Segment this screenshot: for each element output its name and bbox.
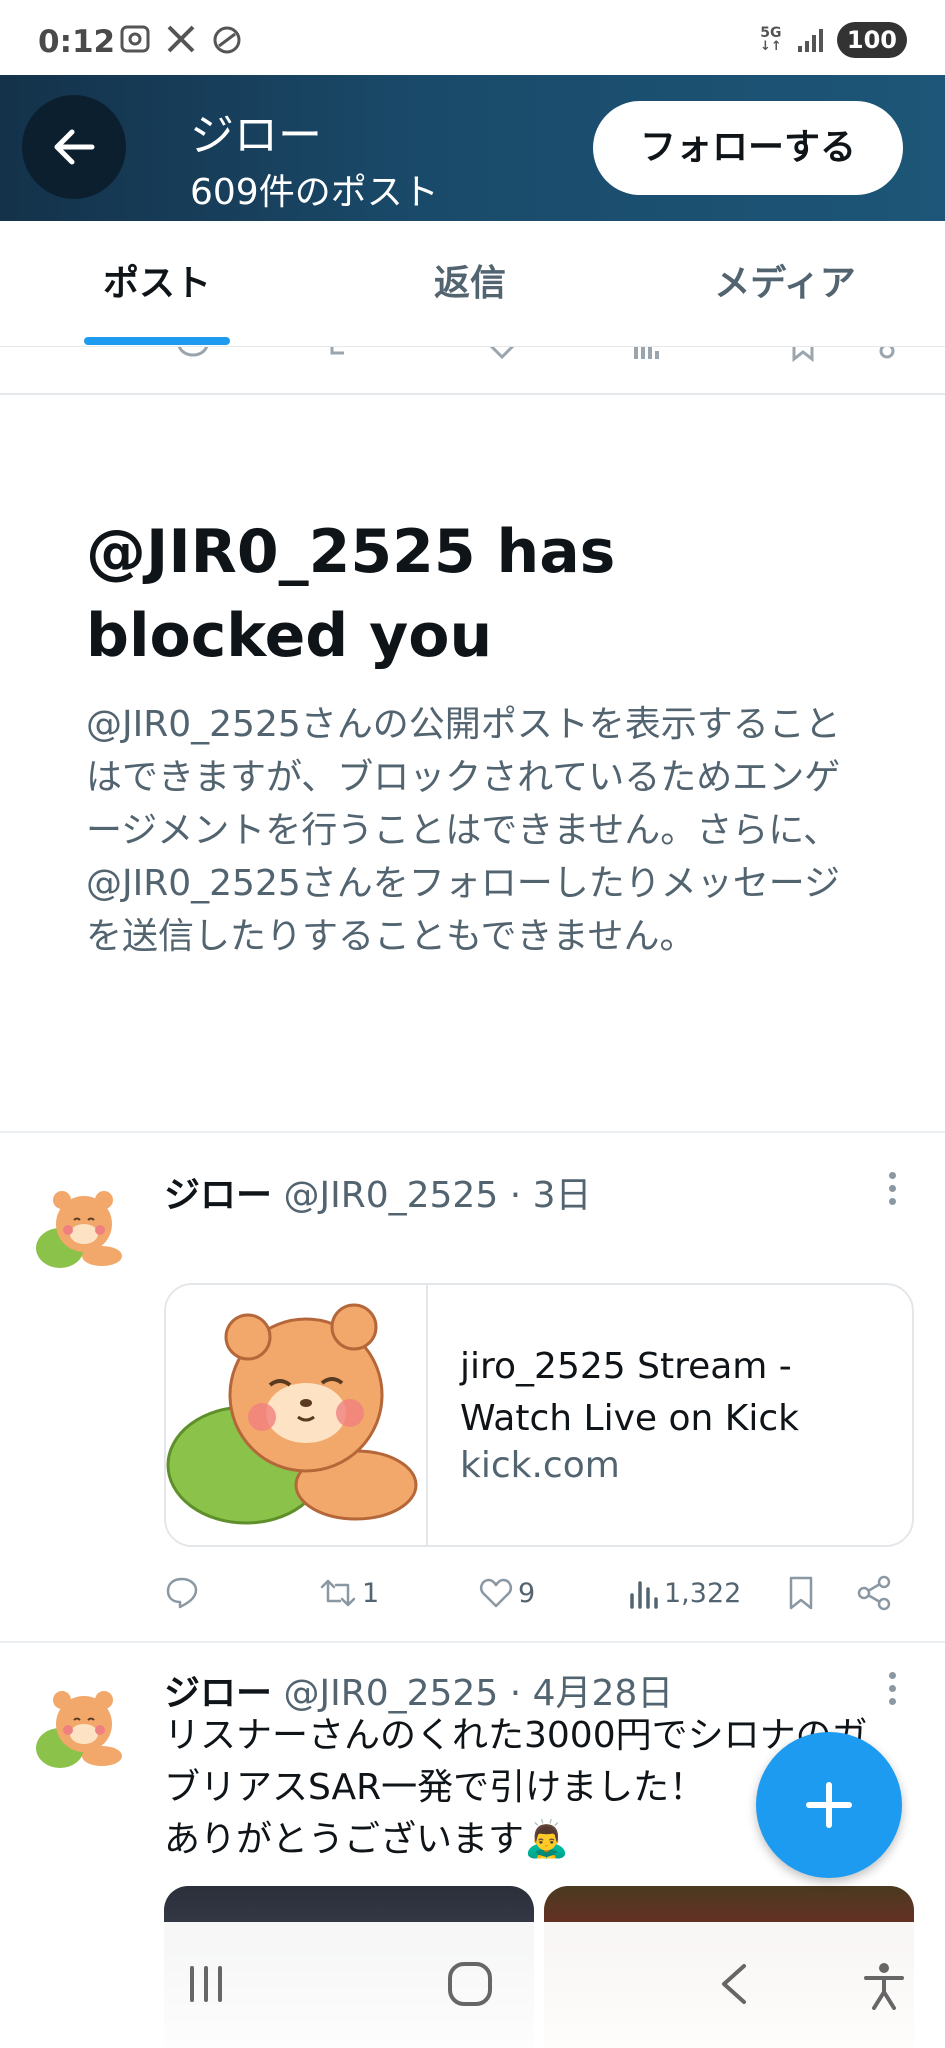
follow-button[interactable]: フォローする bbox=[593, 101, 903, 195]
retweet-count: 1 bbox=[362, 1577, 380, 1609]
share-button[interactable] bbox=[856, 1568, 892, 1618]
compose-post-button[interactable] bbox=[756, 1732, 902, 1878]
profile-name: ジロー bbox=[190, 110, 322, 161]
blocked-title: @JIR0_2525 has blocked you bbox=[86, 517, 616, 671]
network-indicator: 5G ↓↑ bbox=[758, 26, 784, 54]
reply-button[interactable] bbox=[164, 1568, 204, 1618]
system-navigation-bar bbox=[0, 1922, 945, 2048]
x-logo-icon bbox=[164, 24, 198, 56]
home-icon[interactable] bbox=[446, 1962, 494, 2006]
blocked-description: @JIR0_2525さんの公開ポストを表示することはできますが、ブロックされてい… bbox=[86, 704, 841, 957]
previous-post-actions bbox=[0, 347, 945, 395]
tab-posts[interactable]: ポスト bbox=[64, 221, 250, 347]
card-thumbnail bbox=[166, 1285, 428, 1545]
back-arrow-icon bbox=[54, 129, 95, 165]
views-icon[interactable] bbox=[630, 347, 664, 363]
views-count: 1,322 bbox=[664, 1577, 742, 1609]
like-count: 9 bbox=[518, 1577, 536, 1609]
battery-indicator: 100 bbox=[836, 22, 907, 58]
retweet-icon[interactable] bbox=[322, 347, 356, 363]
tweet-actions: 1 9 1,322 bbox=[164, 1568, 894, 1618]
blocked-notice: @JIR0_2525 has blocked you @JIR0_2525さんの… bbox=[86, 510, 866, 963]
bookmark-icon bbox=[789, 1576, 813, 1610]
accessibility-icon[interactable] bbox=[862, 1962, 906, 2010]
back-nav-icon[interactable] bbox=[716, 1962, 752, 2006]
tweet-header: ジロー @JIR0_2525 · 3日 bbox=[164, 1166, 592, 1218]
views-icon bbox=[630, 1581, 658, 1609]
avatar[interactable] bbox=[32, 1180, 128, 1276]
bookmark-button[interactable] bbox=[786, 1568, 816, 1618]
divider bbox=[0, 1641, 945, 1643]
data-arrows-icon: ↓↑ bbox=[759, 39, 782, 54]
app-notification-icon bbox=[210, 24, 244, 56]
share-icon bbox=[857, 1575, 891, 1611]
profile-header: ジロー 609件のポスト フォローする bbox=[0, 75, 945, 221]
network-type: 5G bbox=[760, 25, 782, 41]
status-bar: 0:12 5G ↓↑ 100 bbox=[0, 0, 945, 75]
status-notification-icons bbox=[118, 24, 244, 56]
divider bbox=[0, 1131, 945, 1133]
link-card[interactable]: jiro_2525 Stream - Watch Live on Kick ki… bbox=[164, 1283, 914, 1547]
status-system-icons: 5G ↓↑ 100 bbox=[758, 22, 907, 58]
views-button[interactable]: 1,322 bbox=[628, 1568, 741, 1618]
reply-icon bbox=[166, 1577, 198, 1609]
tweet-author-handle[interactable]: @JIR0_2525 bbox=[283, 1673, 498, 1714]
profile-tabs: ポスト 返信 メディア bbox=[0, 221, 945, 347]
tweet-time: · 3日 bbox=[509, 1175, 592, 1216]
share-icon[interactable] bbox=[870, 347, 904, 363]
heart-icon bbox=[480, 1578, 512, 1608]
tab-media[interactable]: メディア bbox=[690, 221, 880, 347]
reply-icon[interactable] bbox=[176, 347, 210, 363]
avatar[interactable] bbox=[32, 1680, 128, 1776]
tweet-author-handle[interactable]: @JIR0_2525 bbox=[283, 1175, 498, 1216]
status-time: 0:12 bbox=[38, 24, 116, 60]
bookmark-icon[interactable] bbox=[786, 347, 820, 363]
like-icon[interactable] bbox=[485, 347, 519, 363]
retweet-icon bbox=[320, 1579, 356, 1607]
card-title: jiro_2525 Stream - Watch Live on Kick bbox=[460, 1346, 800, 1439]
back-button[interactable] bbox=[22, 95, 126, 199]
more-options-icon[interactable] bbox=[884, 1172, 900, 1214]
tweet-author-name[interactable]: ジロー bbox=[164, 1673, 272, 1714]
retweet-button[interactable]: 1 bbox=[318, 1568, 379, 1618]
tab-replies[interactable]: 返信 bbox=[380, 221, 560, 347]
signal-strength-icon bbox=[797, 28, 823, 52]
tweet-author-name[interactable]: ジロー bbox=[164, 1175, 272, 1216]
screenshot-icon bbox=[118, 24, 152, 56]
tweet-time: · 4月28日 bbox=[509, 1673, 674, 1714]
tweet-header: ジロー @JIR0_2525 · 4月28日 bbox=[164, 1664, 673, 1716]
more-options-icon[interactable] bbox=[884, 1672, 900, 1714]
like-button[interactable]: 9 bbox=[478, 1568, 535, 1618]
recent-apps-icon[interactable] bbox=[184, 1962, 228, 2006]
active-tab-indicator bbox=[84, 337, 230, 345]
post-count: 609件のポスト bbox=[190, 172, 439, 213]
bear-illustration bbox=[166, 1303, 418, 1525]
card-domain: kick.com bbox=[460, 1445, 620, 1486]
